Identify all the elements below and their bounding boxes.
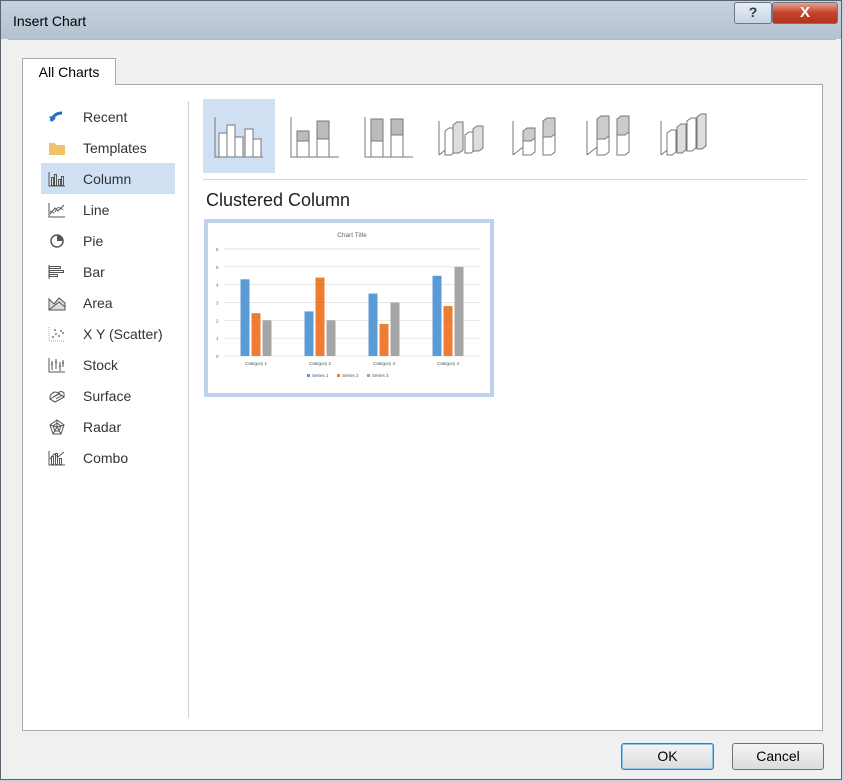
bar — [368, 293, 378, 356]
chart-type-label: Radar — [83, 418, 122, 435]
subtype-title: Clustered Column — [206, 190, 351, 210]
chart-type-line[interactable]: Line — [41, 194, 175, 225]
subtype-clustered-column[interactable] — [203, 99, 275, 173]
bar — [240, 279, 250, 356]
scatter-chart-icon — [45, 322, 69, 346]
chart-type-bar[interactable]: Bar — [41, 256, 175, 287]
close-button[interactable]: X — [772, 2, 838, 24]
stock-chart-icon — [45, 353, 69, 377]
bar — [390, 302, 400, 356]
radar-chart-icon — [45, 415, 69, 439]
chart-type-label: Line — [83, 201, 110, 218]
chart-type-column[interactable]: Column — [41, 163, 175, 194]
recent-icon — [45, 105, 69, 129]
chart-type-label: Bar — [83, 263, 105, 280]
chart-preview[interactable]: Chart Title 0 1 2 3 4 5 6 Category 1 Category 2 Ca… — [204, 219, 494, 397]
chart-subtype-gallery — [203, 99, 783, 173]
tab-all-charts[interactable]: All Charts — [22, 58, 116, 85]
bar — [304, 311, 314, 356]
chart-type-label: Column — [83, 170, 132, 187]
x-tick-label: Category 4 — [437, 361, 460, 366]
chart-type-label: Pie — [83, 232, 104, 249]
title-bar[interactable]: Insert Chart ? X — [1, 1, 841, 39]
chart-type-area[interactable]: Area — [41, 287, 175, 318]
y-tick-label: 1 — [216, 336, 219, 341]
bar — [315, 277, 325, 356]
chart-type-scatter[interactable]: X Y (Scatter) — [41, 318, 175, 349]
chart-type-pie[interactable]: Pie — [41, 225, 175, 256]
subtype-3d-stacked-column[interactable] — [501, 99, 573, 173]
chart-type-label: X Y (Scatter) — [83, 325, 163, 342]
panel-divider — [188, 101, 189, 718]
chart-panel: Recent Templates Column Line Pie Bar Are… — [22, 84, 823, 731]
y-tick-label: 3 — [216, 301, 219, 306]
surface-chart-icon — [45, 384, 69, 408]
chart-type-stock[interactable]: Stock — [41, 349, 175, 380]
x-tick-label: Category 1 — [245, 361, 268, 366]
area-chart-icon — [45, 291, 69, 315]
ok-button[interactable]: OK — [621, 743, 714, 770]
folder-icon — [45, 136, 69, 160]
legend-swatch — [337, 374, 340, 377]
y-tick-label: 2 — [216, 318, 219, 323]
bar — [454, 266, 464, 356]
bar — [443, 306, 453, 356]
chart-type-radar[interactable]: Radar — [41, 411, 175, 442]
chart-type-label: Area — [83, 294, 113, 311]
combo-chart-icon — [45, 446, 69, 470]
subtype-3d-100-stacked-column[interactable] — [575, 99, 647, 173]
bar — [432, 275, 442, 356]
subtype-100-stacked-column[interactable] — [353, 99, 425, 173]
x-tick-label: Category 2 — [309, 361, 332, 366]
window-title: Insert Chart — [13, 13, 87, 29]
pie-chart-icon — [45, 229, 69, 253]
cancel-button[interactable]: Cancel — [732, 743, 824, 770]
chart-type-templates[interactable]: Templates — [41, 132, 175, 163]
column-chart-icon — [45, 167, 69, 191]
chart-type-combo[interactable]: Combo — [41, 442, 175, 473]
chart-type-label: Surface — [83, 387, 132, 404]
bar — [326, 320, 336, 356]
chart-title: Chart Title — [337, 232, 367, 239]
y-tick-label: 0 — [216, 354, 219, 359]
preview-chart: Chart Title 0 1 2 3 4 5 6 Category 1 Category 2 Ca… — [216, 232, 480, 378]
close-icon: X — [799, 4, 810, 21]
chart-type-label: Recent — [83, 108, 128, 125]
subtype-3d-clustered-column[interactable] — [427, 99, 499, 173]
chart-type-recent[interactable]: Recent — [41, 101, 175, 132]
line-chart-icon — [45, 198, 69, 222]
chart-type-list: Recent Templates Column Line Pie Bar Are… — [41, 101, 175, 473]
chart-type-label: Stock — [83, 356, 119, 373]
gallery-separator — [203, 179, 807, 180]
bar — [251, 313, 261, 356]
legend-label: Series 2 — [342, 373, 359, 378]
chart-type-label: Templates — [83, 139, 147, 156]
help-button[interactable]: ? — [734, 2, 772, 24]
chart-type-label: Combo — [83, 449, 129, 466]
legend-label: Series 3 — [372, 373, 389, 378]
y-tick-label: 4 — [216, 283, 219, 288]
chart-type-surface[interactable]: Surface — [41, 380, 175, 411]
legend-swatch — [307, 374, 310, 377]
y-tick-label: 6 — [216, 247, 219, 252]
y-tick-label: 5 — [216, 265, 219, 270]
subtype-stacked-column[interactable] — [279, 99, 351, 173]
x-tick-label: Category 3 — [373, 361, 396, 366]
legend-swatch — [367, 374, 370, 377]
subtype-3d-column[interactable] — [649, 99, 721, 173]
bar-chart-icon — [45, 260, 69, 284]
bar — [379, 323, 389, 356]
legend-label: Series 1 — [312, 373, 329, 378]
help-icon: ? — [748, 4, 758, 20]
bar — [262, 320, 272, 356]
